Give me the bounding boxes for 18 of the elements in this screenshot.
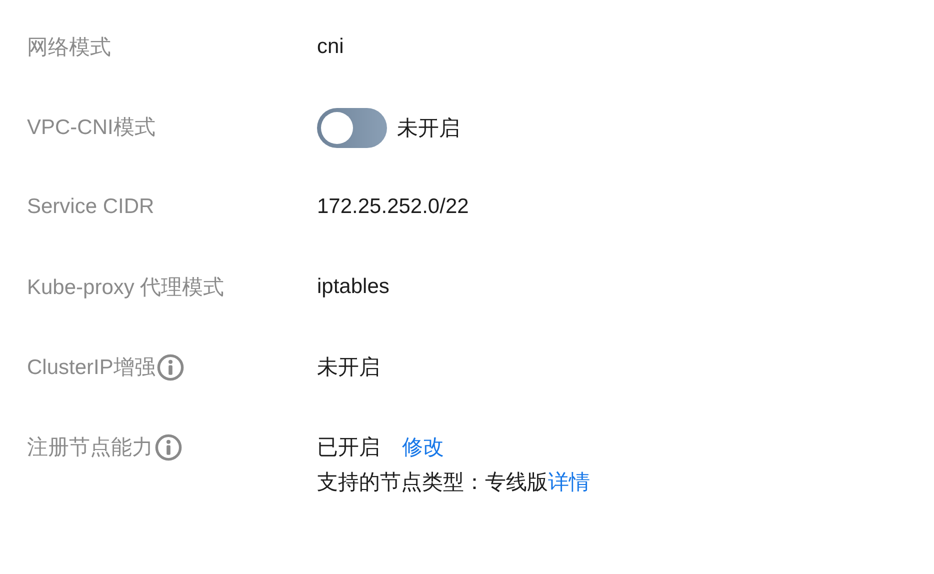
field-value: 支持的节点类型：专线版详情 (317, 470, 590, 496)
field-value: 已开启 (317, 435, 380, 461)
edit-link[interactable]: 修改 (402, 433, 444, 461)
field-value: 未开启 (317, 355, 380, 381)
field-label: ClusterIP增强 (27, 355, 156, 381)
details-link[interactable]: 详情 (548, 471, 590, 494)
field-label: 注册节点能力 (27, 435, 153, 461)
field-label: Service CIDR (27, 195, 154, 219)
toggle-switch[interactable] (317, 108, 387, 148)
info-icon[interactable] (155, 434, 182, 460)
field-label: 网络模式 (27, 35, 111, 61)
field-label: VPC-CNI模式 (27, 115, 156, 141)
field-value: iptables (317, 275, 390, 299)
info-icon[interactable] (157, 354, 184, 380)
field-value: 未开启 (397, 116, 460, 142)
field-value: cni (317, 35, 344, 59)
field-label: Kube-proxy 代理模式 (27, 275, 224, 301)
field-value: 172.25.252.0/22 (317, 195, 469, 219)
